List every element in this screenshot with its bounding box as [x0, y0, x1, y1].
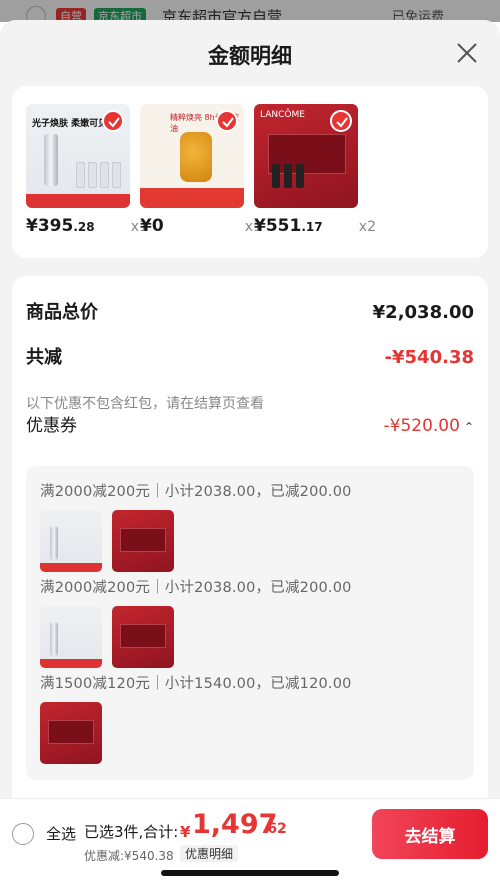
price-summary-card: 商品总价 ¥2,038.00 共减 -¥540.38 以下优惠不包含红包，请在结… [12, 276, 488, 886]
total-reduce-row: 共减 -¥540.38 [26, 343, 474, 369]
chevron-up-icon: ⌃ [463, 420, 474, 434]
sheet-title: 金额明细 [208, 44, 292, 68]
total-reduce-value: -¥540.38 [384, 347, 474, 368]
product-image: LANCÔME [254, 104, 358, 208]
selected-count: 已选3件,合计: [84, 823, 179, 841]
coupon-detail-list: 满2000减200元｜小计2038.00，已减200.00 满2000减200元… [26, 466, 474, 780]
total-reduce-label: 共减 [26, 347, 62, 368]
discount-detail-link[interactable]: 优惠明细 [180, 845, 239, 862]
product-image-headline: LANCÔME [260, 110, 305, 120]
coupon-product-thumbnail [40, 510, 102, 572]
overlay-dim [0, 0, 500, 22]
selected-check-icon [216, 110, 238, 132]
total-price-value: ¥2,038.00 [372, 302, 474, 323]
coupon-value: -¥520.00 [383, 416, 460, 436]
sheet-header: 金额明细 [0, 20, 500, 84]
coupon-value-group: -¥520.00 ⌃ [384, 416, 475, 436]
selected-check-icon [102, 110, 124, 132]
coupon-product-thumbnail [112, 606, 174, 668]
coupon-rule-line: 满1500减120元｜小计1540.00，已减120.00 [40, 676, 352, 692]
close-button[interactable] [454, 40, 480, 66]
selected-products-card: 光子焕肤 柔嫩可见 ¥395.28 x1 精粹焕亮 8h长效控油 ¥0 x1 L… [12, 86, 488, 258]
product-price: ¥395.28 [26, 216, 95, 236]
product-item[interactable]: LANCÔME ¥551.17 x2 [254, 104, 376, 236]
select-all-radio[interactable] [12, 823, 34, 845]
coupon-product-thumbnail [40, 702, 102, 764]
checkout-button[interactable]: 去结算 [372, 809, 488, 859]
product-image: 精粹焕亮 8h长效控油 [140, 104, 244, 208]
product-item[interactable]: 光子焕肤 柔嫩可见 ¥395.28 x1 [26, 104, 148, 236]
discount-note: 以下优惠不包含红包，请在结算页查看 [26, 396, 264, 412]
product-price: ¥551.17 [254, 216, 323, 236]
coupon-rule-line: 满2000减200元｜小计2038.00，已减200.00 [40, 580, 352, 596]
total-price-label: 商品总价 [26, 302, 98, 323]
coupon-product-thumbnail [112, 510, 174, 572]
total-price-row: 商品总价 ¥2,038.00 [26, 298, 474, 324]
selected-check-icon [330, 110, 352, 132]
amount-detail-sheet: 金额明细 光子焕肤 柔嫩可见 ¥395.28 x1 精粹焕亮 8h长效控油 ¥0… [0, 20, 500, 886]
product-item[interactable]: 精粹焕亮 8h长效控油 ¥0 x1 [140, 104, 262, 236]
product-image-headline: 光子焕肤 柔嫩可见 [32, 119, 108, 129]
total-currency: ¥ [180, 823, 191, 841]
product-qty: x2 [358, 219, 376, 235]
select-all-label[interactable]: 全选 [46, 823, 76, 844]
total-amount-decimal: .62 [262, 821, 287, 837]
product-price: ¥0 [140, 216, 164, 236]
coupon-row[interactable]: 优惠券 -¥520.00 ⌃ [26, 411, 474, 436]
coupon-rule-line: 满2000减200元｜小计2038.00，已减200.00 [40, 484, 352, 500]
product-image: 光子焕肤 柔嫩可见 [26, 104, 130, 208]
close-icon [457, 43, 477, 63]
coupon-product-thumbnail [40, 606, 102, 668]
discount-summary: 优惠减:¥540.38 [84, 849, 174, 863]
home-indicator [161, 870, 339, 876]
coupon-label: 优惠券 [26, 416, 77, 436]
